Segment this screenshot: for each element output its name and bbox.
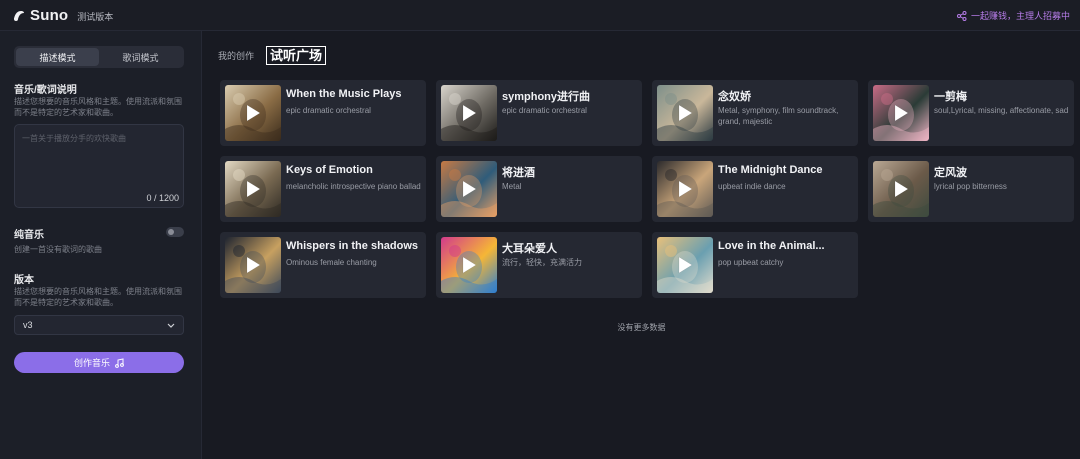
suno-logo-icon — [14, 11, 24, 21]
mode-toggle: 描述模式 歌词模式 — [14, 46, 184, 68]
tab-listening-plaza[interactable]: 试听广场 — [266, 46, 327, 65]
tab-description-mode[interactable]: 描述模式 — [16, 48, 99, 66]
brand-name: Suno — [30, 6, 69, 24]
play-icon[interactable] — [893, 180, 909, 198]
song-card[interactable]: The Midnight Dance upbeat indie dance — [652, 156, 858, 222]
song-cover-image[interactable] — [873, 161, 929, 217]
sidebar: 描述模式 歌词模式 音乐/歌词说明 描述您想要的音乐风格和主题。使用流派和氛围而… — [0, 31, 202, 459]
song-card[interactable]: 大耳朵爱人流行，轻快，充满活力 — [436, 232, 642, 298]
song-card[interactable]: 将进酒 Metal — [436, 156, 642, 222]
play-icon[interactable] — [461, 180, 477, 198]
play-icon[interactable] — [461, 104, 477, 122]
tab-my-creations[interactable]: 我的创作 — [218, 49, 254, 62]
prompt-description: 描述您想要的音乐风格和主题。使用流派和氛围而不是特定的艺术家和歌曲。 — [14, 97, 182, 117]
song-cover-image[interactable] — [873, 85, 929, 141]
song-card[interactable]: Love in the Animal... pop upbeat catchy — [652, 232, 858, 298]
song-title[interactable]: 将进酒 — [502, 164, 638, 180]
play-icon[interactable] — [677, 104, 693, 122]
toggle-knob — [168, 229, 174, 235]
prompt-placeholder: 一首关于播放分手的欢快歌曲 — [22, 134, 126, 143]
prompt-textarea[interactable]: 一首关于播放分手的欢快歌曲 0 / 1200 — [14, 124, 184, 208]
promo-link[interactable]: 一起赚钱，主理人招募中 — [956, 9, 1070, 22]
tab-lyrics-mode[interactable]: 歌词模式 — [99, 48, 182, 66]
song-cover-image[interactable] — [225, 85, 281, 141]
song-style: upbeat indie dance — [718, 182, 786, 191]
song-cover-image[interactable] — [657, 161, 713, 217]
instrumental-description: 创建一首没有歌词的歌曲 — [14, 245, 102, 254]
song-card[interactable]: Keys of Emotion melancholic introspective… — [220, 156, 426, 222]
song-title[interactable]: 一剪梅 — [934, 88, 1070, 104]
song-card[interactable]: 一剪梅 soul,Lyrical, missing, affectionate, … — [868, 80, 1074, 146]
song-style: pop upbeat catchy — [718, 258, 784, 267]
play-icon[interactable] — [245, 180, 261, 198]
play-icon[interactable] — [461, 256, 477, 274]
main-content: 我的创作 试听广场 When the Music Plays epic drama… — [203, 31, 1080, 459]
song-title[interactable]: When the Music Plays — [286, 88, 422, 100]
char-counter: 0 / 1200 — [146, 193, 179, 203]
song-cover-image[interactable] — [441, 85, 497, 141]
song-cover-image[interactable] — [657, 237, 713, 293]
play-icon[interactable] — [245, 256, 261, 274]
song-style: soul,Lyrical, missing, affectionate, sad — [934, 106, 1069, 115]
song-style: epic dramatic orchestral — [286, 106, 371, 115]
version-select[interactable]: v3 — [14, 315, 184, 335]
share-icon — [956, 10, 967, 21]
prompt-title: 音乐/歌词说明 — [14, 85, 77, 96]
song-title[interactable]: Love in the Animal... — [718, 240, 854, 252]
create-music-label: 创作音乐 — [73, 358, 110, 368]
song-style: 流行，轻快，充满活力 — [502, 258, 582, 267]
song-card[interactable]: Whispers in the shadows Ominous female ch… — [220, 232, 426, 298]
song-card[interactable]: 念奴娇 Metal, symphony, film soundtrack, gra… — [652, 80, 858, 146]
create-music-button[interactable]: 创作音乐 — [14, 352, 184, 373]
song-style: Ominous female chanting — [286, 258, 377, 267]
brand[interactable]: Suno 测试版本 — [12, 7, 113, 24]
song-title[interactable]: Keys of Emotion — [286, 164, 422, 176]
promo-text: 一起赚钱，主理人招募中 — [970, 11, 1070, 21]
song-title[interactable]: The Midnight Dance — [718, 164, 854, 176]
play-icon[interactable] — [893, 104, 909, 122]
no-more-data: 没有更多数据 — [617, 323, 666, 332]
song-cover-image[interactable] — [225, 161, 281, 217]
play-icon[interactable] — [245, 104, 261, 122]
song-style: lyrical pop bitterness — [934, 182, 1007, 191]
content-tabs: 我的创作 试听广场 — [218, 46, 327, 65]
song-cover-image[interactable] — [657, 85, 713, 141]
top-bar: Suno 测试版本 一起赚钱，主理人招募中 — [0, 0, 1080, 31]
song-style: Metal, symphony, film soundtrack, grand,… — [718, 106, 839, 126]
song-card[interactable]: symphony进行曲 epic dramatic orchestral — [436, 80, 642, 146]
song-style: Metal — [502, 182, 522, 191]
song-title[interactable]: symphony进行曲 — [502, 88, 638, 104]
version-tag: 测试版本 — [77, 11, 114, 22]
version-value: v3 — [23, 320, 33, 330]
play-icon[interactable] — [677, 180, 693, 198]
song-cover-image[interactable] — [441, 237, 497, 293]
version-title: 版本 — [14, 275, 34, 286]
chevron-down-icon — [167, 323, 175, 328]
song-title[interactable]: 定风波 — [934, 164, 1070, 180]
version-description: 描述您想要的音乐风格和主题。使用流派和氛围而不是特定的艺术家和歌曲。 — [14, 287, 182, 307]
song-card[interactable]: When the Music Plays epic dramatic orches… — [220, 80, 426, 146]
song-style: melancholic introspective piano ballad — [286, 182, 421, 191]
song-card[interactable]: 定风波 lyrical pop bitterness — [868, 156, 1074, 222]
song-cover-image[interactable] — [441, 161, 497, 217]
song-title[interactable]: 大耳朵爱人 — [502, 240, 638, 256]
song-cover-image[interactable] — [225, 237, 281, 293]
instrumental-title: 纯音乐 — [14, 230, 44, 241]
play-icon[interactable] — [677, 256, 693, 274]
song-title[interactable]: 念奴娇 — [718, 88, 854, 104]
instrumental-toggle[interactable] — [166, 227, 184, 237]
music-note-icon — [115, 357, 124, 368]
song-title[interactable]: Whispers in the shadows — [286, 240, 422, 252]
song-style: epic dramatic orchestral — [502, 106, 587, 115]
